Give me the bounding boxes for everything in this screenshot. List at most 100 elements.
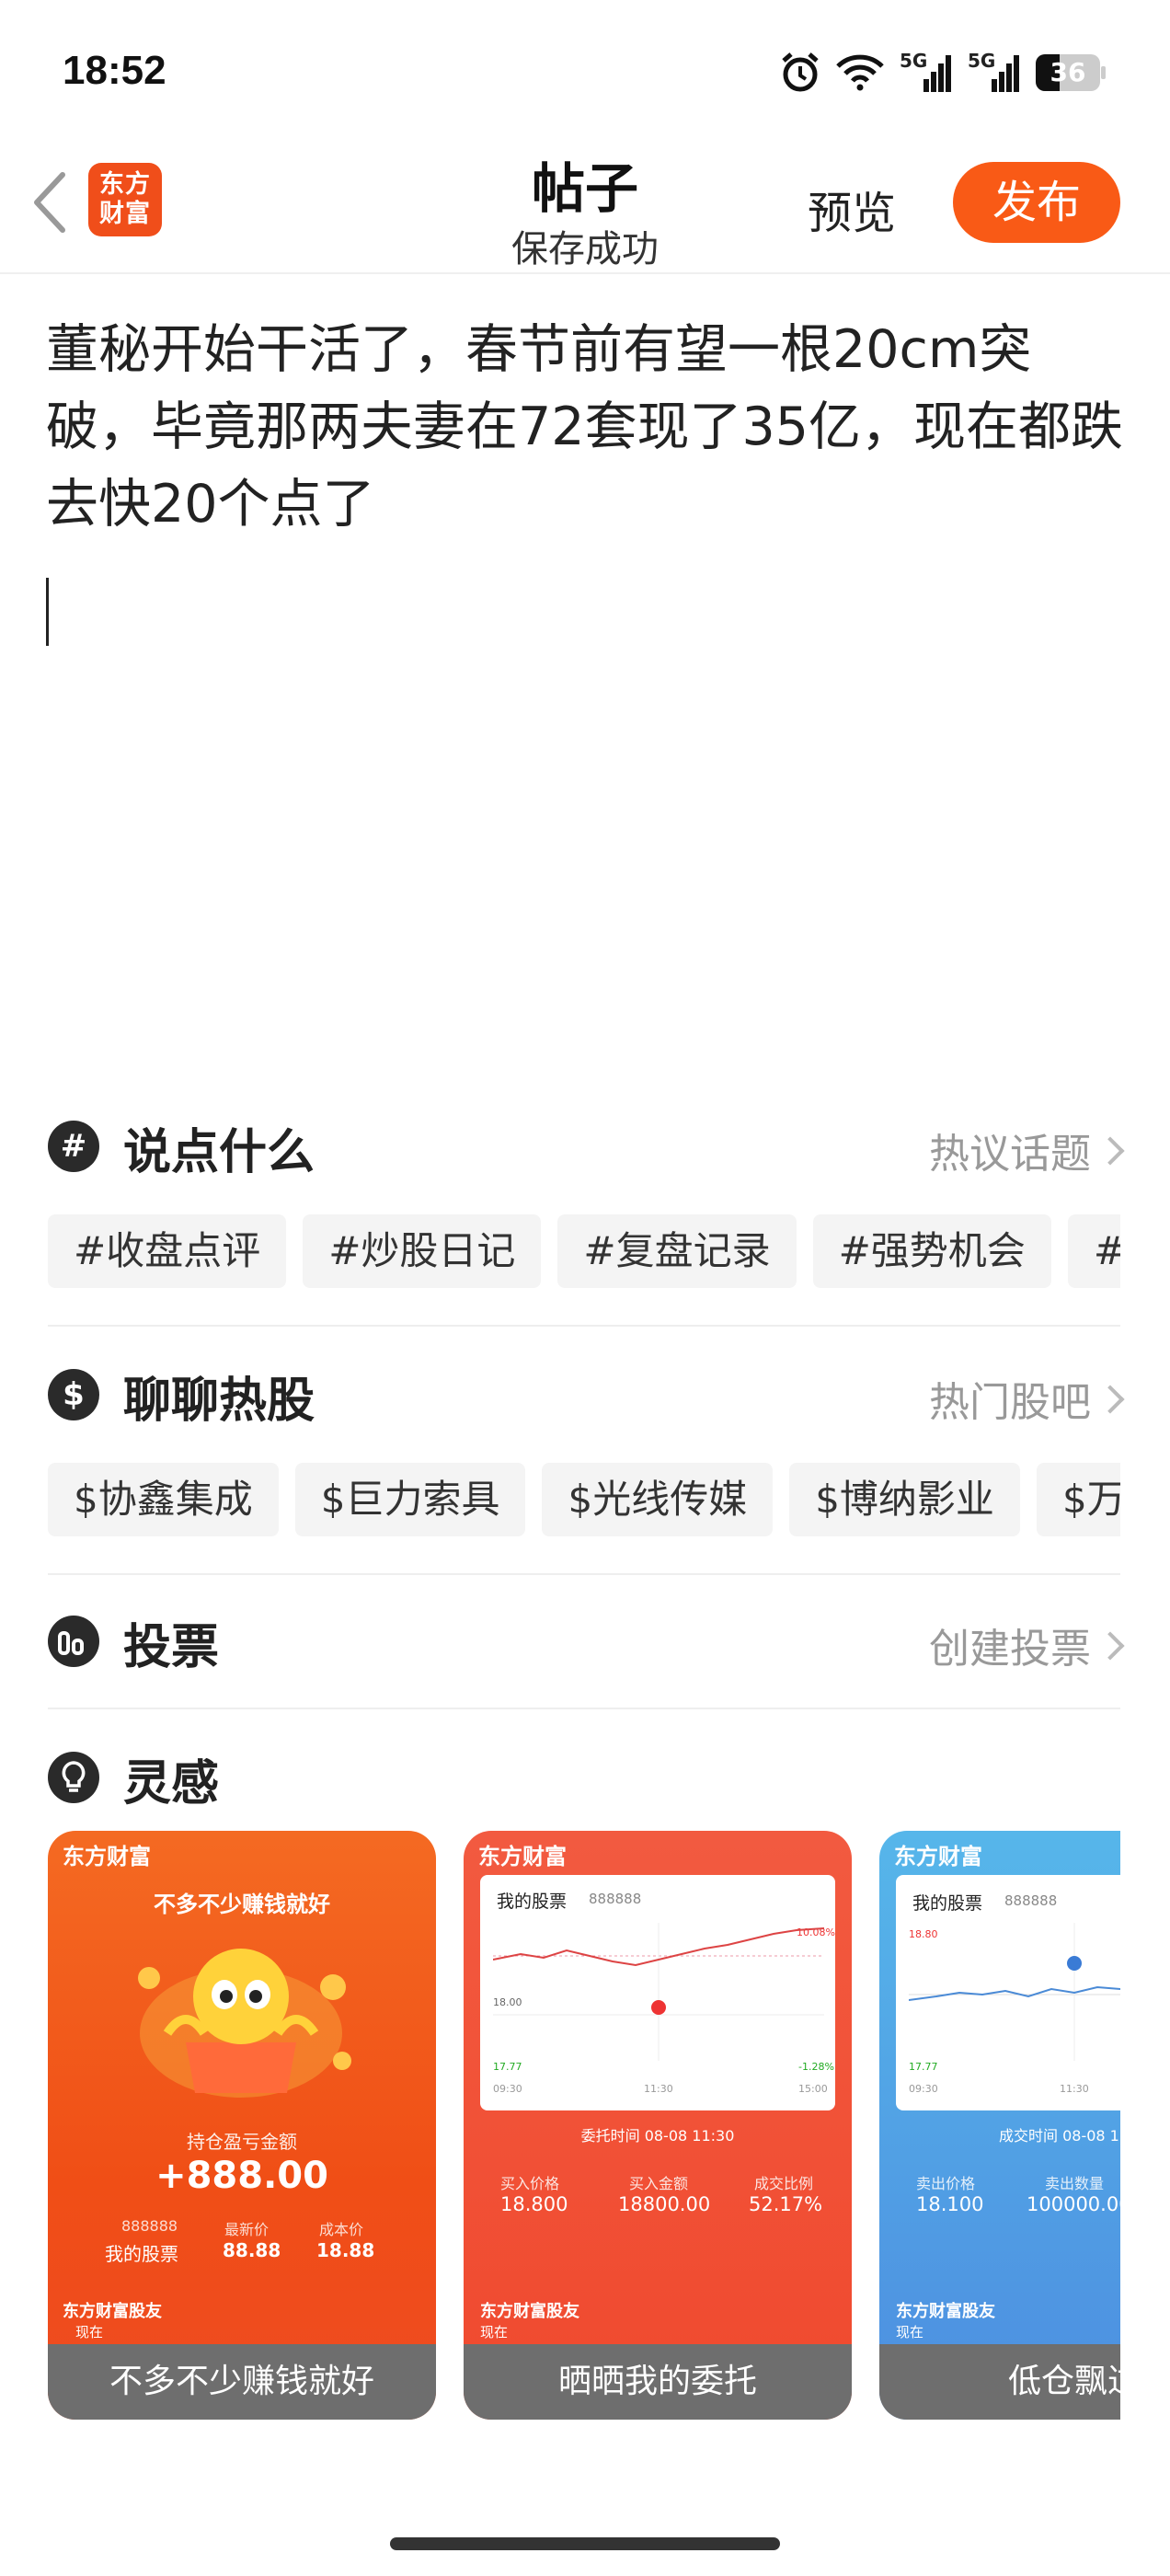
post-content-editor[interactable]: 董秘开始干活了，春节前有望一根20cm突破，毕竟那两夫妻在72套现了35亿，现在… [46,311,1131,543]
card-banner: 不多不少赚钱就好 [154,1892,330,1917]
chart-code: 888888 [1004,1892,1058,1909]
home-indicator[interactable] [390,2537,780,2550]
inspiration-cards: 东方财富 不多不少赚钱就好 持仓盈亏金额 +888.00 888888 我的股票… [48,1831,1120,2420]
battery-level: 36 [1050,57,1086,87]
chevron-right-icon [1095,1385,1125,1414]
text-cursor [46,578,49,646]
card-cost-label: 成本价 [319,2221,364,2238]
status-time: 18:52 [63,48,166,93]
section-divider [48,1708,1120,1709]
poll-icon [48,1616,99,1667]
field-label-3: 成交比例 [754,2175,814,2192]
card-caption: 晒晒我的委托 [464,2344,852,2420]
time-axis-0: 09:30 [493,2083,522,2095]
time-axis-0: 09:30 [909,2083,938,2095]
price-line-chart [493,1923,824,2061]
card-time: 现在 [75,2324,104,2340]
card-cost: 18.88 [316,2239,375,2261]
publish-button[interactable]: 发布 [953,162,1120,243]
field-value-3: 52.17% [749,2193,823,2215]
time-axis-1: 11:30 [644,2083,673,2095]
field-value-2: 18800.00 [618,2193,711,2215]
card-brand: 东方财富 [63,1844,151,1869]
field-label-2: 买入金额 [629,2175,689,2192]
card-brand: 东方财富 [894,1844,982,1869]
chart-code: 888888 [589,1891,642,1907]
stock-chips: $协鑫集成 $巨力索具 $光线传媒 $博纳影业 $万向 [48,1463,1120,1536]
price-low: 17.77 [909,2061,938,2073]
card-amount-label: 持仓盈亏金额 [187,2131,297,2153]
section-divider [48,1325,1120,1327]
battery-icon: 36 [1036,54,1106,91]
card-latest-label: 最新价 [224,2221,270,2238]
hot-stocks-link[interactable]: 热门股吧 [929,1369,1125,1428]
card-code: 888888 [121,2217,178,2235]
card-friend: 东方财富股友 [480,2302,579,2321]
topic-chip[interactable]: #炒股日记 [303,1214,542,1288]
hot-topics-link-label: 热议话题 [929,1131,1091,1178]
card-time: 现在 [896,2324,924,2340]
card-friend: 东方财富股友 [896,2302,995,2321]
chevron-right-icon [1095,1136,1125,1166]
wifi-icon [836,54,884,91]
preview-button[interactable]: 预览 [808,177,896,241]
mascot-illustration [138,1949,351,2098]
stock-chip[interactable]: $协鑫集成 [48,1463,279,1536]
status-icons: 5G 5G 36 [780,50,1106,96]
topics-section-title: 说点什么 [123,1125,315,1180]
hashtag-icon: # [48,1121,99,1172]
entrust-time: 委托时间 08-08 11:30 [580,2127,735,2145]
hot-stocks-link-label: 热门股吧 [929,1379,1091,1426]
stock-chip[interactable]: $万向 [1036,1463,1120,1536]
create-vote-link[interactable]: 创建投票 [929,1616,1125,1674]
stock-chip[interactable]: $博纳影业 [789,1463,1020,1536]
field-value-1: 18.800 [500,2193,568,2215]
card-time: 现在 [480,2324,509,2340]
topic-chip[interactable]: #强势机会 [812,1214,1051,1288]
section-divider [48,1573,1120,1575]
topic-chip[interactable]: #股市 [1067,1214,1120,1288]
card-stock-name: 我的股票 [105,2243,178,2265]
chart-title: 我的股票 [497,1892,568,1912]
topic-chip[interactable]: #收盘点评 [48,1214,287,1288]
field-label-1: 卖出价格 [916,2175,976,2192]
card-amount: +888.00 [155,2155,328,2197]
price-line-chart [909,1923,1120,2061]
field-label-1: 买入价格 [500,2175,560,2192]
create-vote-link-label: 创建投票 [929,1626,1091,1673]
deal-time: 成交时间 08-08 11 [999,2127,1120,2145]
card-latest: 88.88 [223,2239,281,2261]
pct-low: -1.28% [798,2061,834,2073]
field-value-1: 18.100 [916,2193,984,2215]
card-caption: 不多不少赚钱就好 [48,2344,436,2420]
signal-5g-icon-2: 5G [968,50,1021,94]
stocks-section-title: 聊聊热股 [123,1374,315,1429]
alarm-icon [782,52,819,92]
inspiration-card[interactable]: 东方财富 不多不少赚钱就好 持仓盈亏金额 +888.00 888888 我的股票… [48,1831,436,2420]
chart-panel: 我的股票 888888 10.08% 18.00 17.77 -1.28% 09… [480,1875,835,2110]
field-label-2: 卖出数量 [1045,2175,1105,2192]
inspiration-section-title: 灵感 [123,1756,220,1811]
price-low: 17.77 [493,2061,522,2073]
hot-topics-link[interactable]: 热议话题 [929,1121,1125,1179]
time-axis-2: 15:00 [798,2083,828,2095]
time-axis-1: 11:30 [1060,2083,1089,2095]
inspiration-card[interactable]: 东方财富 我的股票 888888 18.80 17.77 09:30 11:30… [879,1831,1120,2420]
chevron-right-icon [1095,1631,1125,1661]
inspiration-card[interactable]: 东方财富 我的股票 888888 10.08% 18.00 17.77 -1.2… [464,1831,852,2420]
card-brand: 东方财富 [478,1844,567,1869]
topic-chip[interactable]: #复盘记录 [557,1214,797,1288]
header-divider [0,272,1170,274]
stock-chip[interactable]: $光线传媒 [542,1463,774,1536]
stock-chip[interactable]: $巨力索具 [294,1463,526,1536]
field-value-2: 100000.00 [1027,2193,1120,2215]
vote-section-title: 投票 [123,1620,220,1675]
lightbulb-icon [48,1752,99,1803]
chart-title: 我的股票 [912,1893,983,1914]
signal-5g-icon-1: 5G [900,50,953,94]
chart-panel: 我的股票 888888 18.80 17.77 09:30 11:30 [896,1875,1120,2110]
card-friend: 东方财富股友 [63,2302,162,2321]
dollar-icon: $ [48,1369,99,1420]
card-caption: 低仓飘过 [879,2344,1120,2420]
topic-chips: #收盘点评 #炒股日记 #复盘记录 #强势机会 #股市 [48,1214,1120,1288]
